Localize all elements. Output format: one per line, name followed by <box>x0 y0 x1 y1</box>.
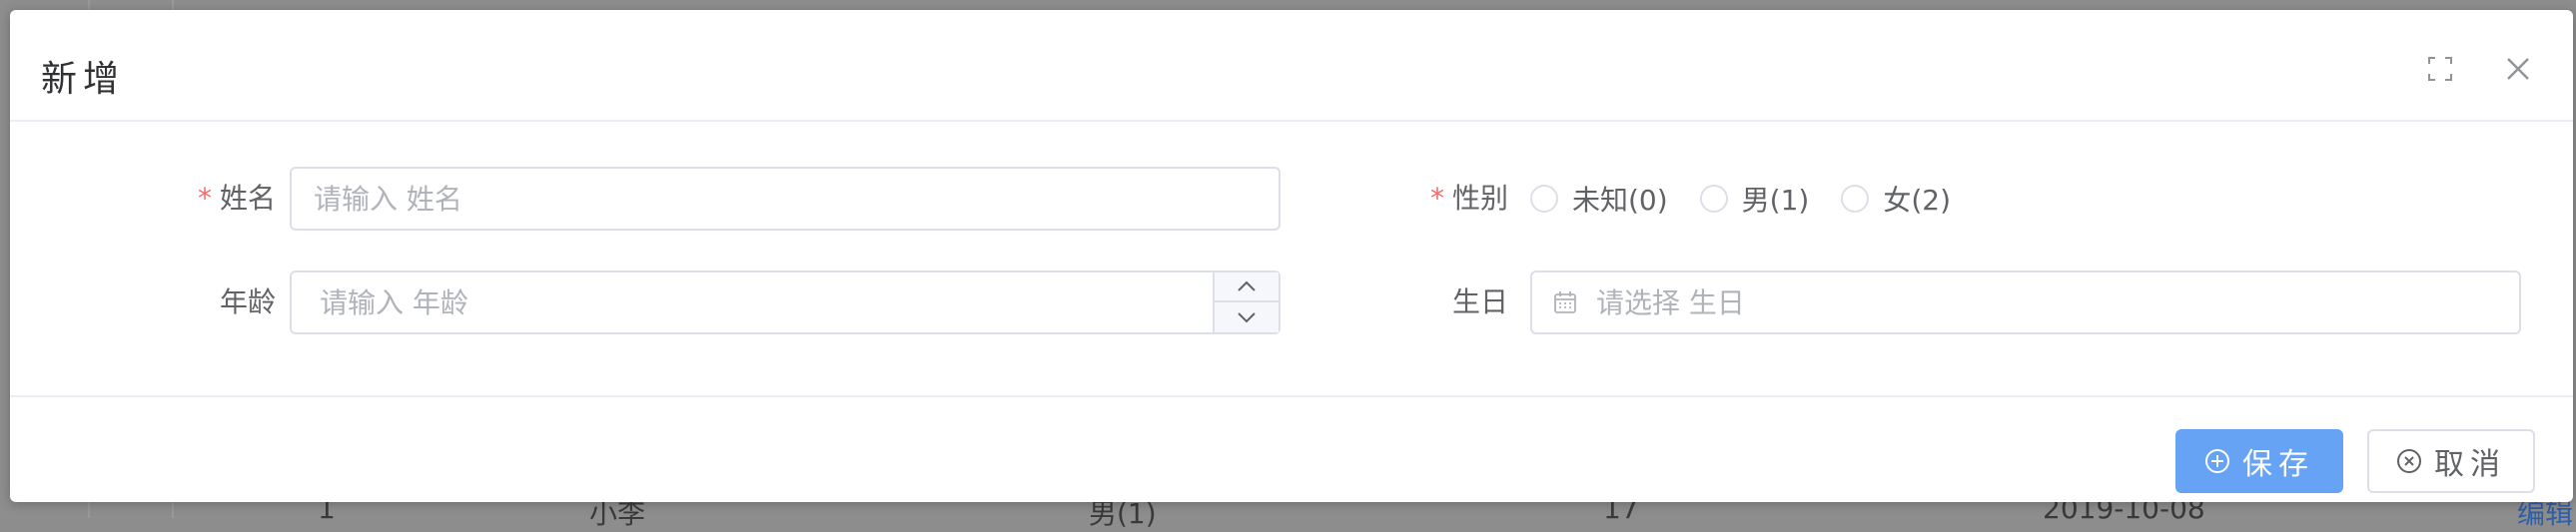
calendar-icon <box>1552 289 1578 315</box>
fullscreen-icon[interactable] <box>2425 54 2455 84</box>
save-button[interactable]: 保存 <box>2175 429 2343 493</box>
gender-option-label: 女(2) <box>1883 184 1952 217</box>
chevron-up-icon <box>1238 280 1256 291</box>
save-button-label: 保存 <box>2242 447 2314 482</box>
dialog-title: 新增 <box>41 59 126 100</box>
stepper-controls <box>1213 272 1279 332</box>
cancel-button[interactable]: 取消 <box>2367 429 2535 493</box>
dialog-header: 新增 <box>10 10 2573 122</box>
gender-option-female[interactable]: 女(2) <box>1841 179 1951 219</box>
gender-radio-group: 未知(0) 男(1) 女(2) <box>1530 167 1983 231</box>
gender-option-label: 未知(0) <box>1572 184 1668 217</box>
age-stepper <box>290 270 1281 334</box>
gender-option-unknown[interactable]: 未知(0) <box>1530 179 1668 219</box>
birthday-input[interactable] <box>1590 272 2509 332</box>
increase-button[interactable] <box>1215 272 1279 302</box>
birthday-date-picker[interactable] <box>1530 270 2521 334</box>
form-row-2: 年龄 生日 <box>10 270 2573 334</box>
dialog-footer: 保存 取消 <box>10 395 2573 502</box>
gender-option-label: 男(1) <box>1741 184 1810 217</box>
age-label-text: 年龄 <box>219 285 276 318</box>
name-label: * 姓名 <box>160 167 276 231</box>
age-input[interactable] <box>292 272 1215 332</box>
radio-circle[interactable] <box>1841 185 1870 213</box>
form-row-1: *姓名 *性别 未知(0) 男(1) 女(2) <box>10 167 2573 231</box>
name-input[interactable] <box>290 167 1281 231</box>
close-icon[interactable] <box>2503 54 2533 84</box>
age-label: 年龄 <box>160 270 276 334</box>
cancel-button-label: 取消 <box>2434 447 2506 482</box>
add-dialog: 新增 *姓名 *性别 未知(0) 男(1) <box>10 10 2573 502</box>
birthday-label-text: 生日 <box>1451 285 1508 318</box>
chevron-down-icon <box>1238 312 1256 323</box>
radio-circle[interactable] <box>1530 185 1558 213</box>
radio-circle[interactable] <box>1699 185 1728 213</box>
gender-label: * 性别 <box>1378 167 1508 231</box>
gender-option-male[interactable]: 男(1) <box>1699 179 1810 219</box>
gender-label-text: 性别 <box>1451 182 1508 215</box>
required-mark: * <box>197 182 212 215</box>
required-mark: * <box>1429 182 1444 215</box>
birthday-label: 生日 <box>1378 270 1508 334</box>
plus-circle-icon <box>2205 449 2229 473</box>
close-circle-icon <box>2397 449 2421 473</box>
name-label-text: 姓名 <box>219 182 276 215</box>
decrease-button[interactable] <box>1215 302 1279 332</box>
